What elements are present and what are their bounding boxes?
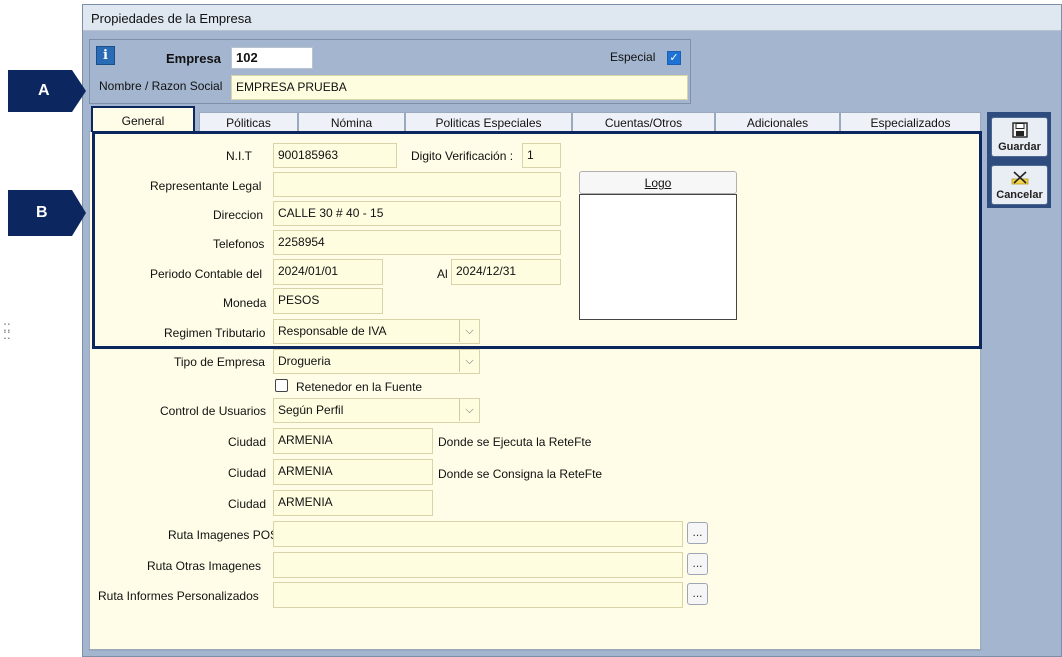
tab-nomina[interactable]: Nómina bbox=[298, 112, 405, 132]
control-usuarios-label: Control de Usuarios bbox=[160, 404, 267, 418]
ruta-informes-input[interactable] bbox=[273, 582, 683, 608]
browse-pos-button[interactable]: ... bbox=[687, 522, 708, 544]
ciudad-label: Ciudad bbox=[228, 466, 267, 480]
cancel-icon bbox=[1011, 171, 1028, 185]
empresa-label: Empresa bbox=[166, 51, 221, 66]
ciudad-consigna-input[interactable]: ARMENIA bbox=[273, 459, 433, 485]
ciudad-ejecuta-input[interactable]: ARMENIA bbox=[273, 428, 433, 454]
control-usuarios-value: Según Perfil bbox=[278, 403, 344, 417]
window-title: Propiedades de la Empresa bbox=[91, 11, 252, 26]
save-icon bbox=[1011, 122, 1028, 138]
ruta-otras-input[interactable] bbox=[273, 552, 683, 578]
ciudad-consigna-note: Donde se Consigna la ReteFte bbox=[438, 467, 603, 481]
ciudad-label: Ciudad bbox=[228, 435, 267, 449]
ruta-informes-label: Ruta Informes Personalizados bbox=[98, 589, 259, 603]
nombre-input[interactable]: EMPRESA PRUEBA bbox=[231, 75, 688, 100]
callout-a-label: A bbox=[38, 82, 50, 99]
empresa-code-input[interactable]: 102 bbox=[231, 47, 313, 69]
cancelar-button[interactable]: Cancelar bbox=[991, 165, 1048, 205]
tipo-empresa-label: Tipo de Empresa bbox=[174, 355, 265, 369]
tab-especializados[interactable]: Especializados bbox=[840, 112, 981, 132]
ciudad-3-input[interactable]: ARMENIA bbox=[273, 490, 433, 516]
chevron-down-icon[interactable]: ⌵ bbox=[459, 350, 479, 372]
nombre-label: Nombre / Razon Social bbox=[99, 79, 223, 93]
info-icon[interactable]: i bbox=[96, 46, 115, 65]
ruta-pos-input[interactable] bbox=[273, 521, 683, 547]
callout-b-label: B bbox=[36, 204, 48, 221]
tab-adicionales[interactable]: Adicionales bbox=[715, 112, 840, 132]
browse-otras-button[interactable]: ... bbox=[687, 553, 708, 575]
chevron-down-icon[interactable]: ⌵ bbox=[459, 399, 479, 421]
browse-informes-button[interactable]: ... bbox=[687, 583, 708, 605]
retenedor-label: Retenedor en la Fuente bbox=[296, 380, 423, 394]
tab-politicas-especiales[interactable]: Politicas Especiales bbox=[405, 112, 572, 132]
tab-general[interactable]: General bbox=[91, 106, 195, 132]
tab-cuentas-otros[interactable]: Cuentas/Otros bbox=[572, 112, 715, 132]
tipo-empresa-value: Drogueria bbox=[278, 354, 331, 368]
tipo-empresa-select[interactable]: Drogueria bbox=[273, 349, 480, 374]
guardar-button[interactable]: Guardar bbox=[991, 117, 1048, 157]
cancelar-label: Cancelar bbox=[996, 189, 1043, 201]
ciudad-label: Ciudad bbox=[228, 497, 267, 511]
tab-politicas[interactable]: Póliticas bbox=[199, 112, 298, 132]
ciudad-ejecuta-note: Donde se Ejecuta la ReteFte bbox=[438, 435, 592, 449]
control-usuarios-select[interactable]: Según Perfil bbox=[273, 398, 480, 423]
guardar-label: Guardar bbox=[998, 141, 1041, 153]
drag-grip-icon[interactable]: :::: bbox=[3, 319, 11, 341]
especial-label: Especial bbox=[610, 50, 656, 64]
retenedor-checkbox[interactable] bbox=[275, 379, 288, 392]
highlight-section-b bbox=[92, 131, 982, 349]
ruta-pos-label: Ruta Imagenes POS bbox=[168, 528, 279, 542]
bottom-border bbox=[88, 649, 983, 652]
especial-checkbox[interactable]: ✓ bbox=[667, 51, 681, 65]
ruta-otras-label: Ruta Otras Imagenes bbox=[147, 559, 262, 573]
